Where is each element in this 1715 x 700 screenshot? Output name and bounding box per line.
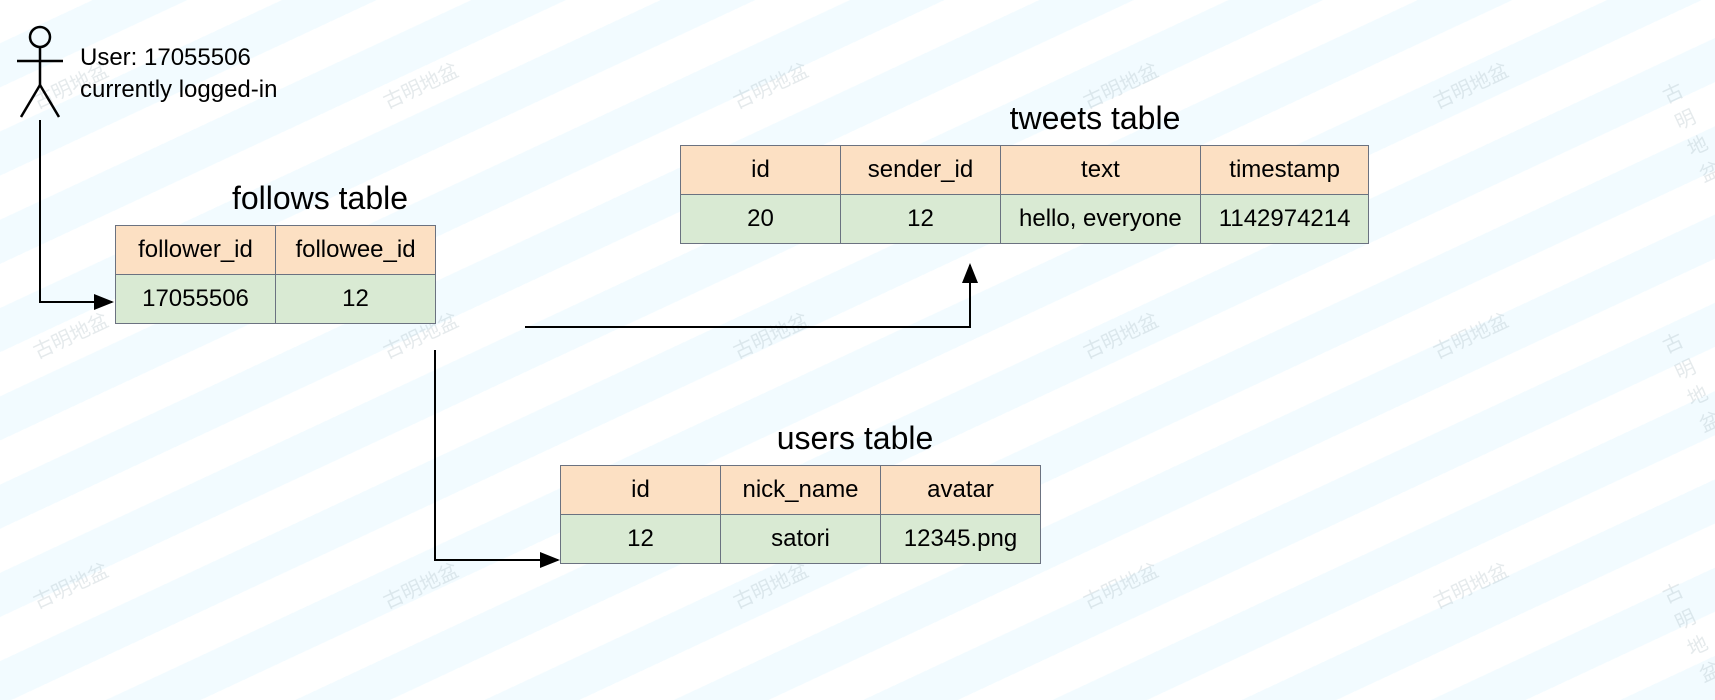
watermark: 古明地盆	[378, 54, 463, 114]
table-header-row: id nick_name avatar	[561, 466, 1041, 515]
watermark: 古明地盆	[1078, 304, 1163, 364]
users-table-block: users table id nick_name avatar 12 sator…	[560, 420, 1150, 564]
tweets-cell-sender-id: 12	[841, 195, 1001, 244]
tweets-header-timestamp: timestamp	[1200, 146, 1369, 195]
users-header-nick-name: nick_name	[721, 466, 881, 515]
watermark: 古明地盆	[1657, 68, 1715, 188]
follows-table-title: follows table	[115, 180, 525, 217]
users-cell-avatar: 12345.png	[881, 515, 1041, 564]
tweets-table: id sender_id text timestamp 20 12 hello,…	[680, 145, 1369, 244]
tweets-header-sender-id: sender_id	[841, 146, 1001, 195]
table-header-row: id sender_id text timestamp	[681, 146, 1369, 195]
table-row: 20 12 hello, everyone 1142974214	[681, 195, 1369, 244]
watermark: 古明地盆	[728, 304, 813, 364]
tweets-header-text: text	[1001, 146, 1201, 195]
watermark: 古明地盆	[1428, 304, 1513, 364]
watermark: 古明地盆	[1657, 568, 1715, 688]
actor-label-line1: User: 17055506	[80, 42, 277, 74]
tweets-cell-id: 20	[681, 195, 841, 244]
table-row: 17055506 12	[116, 275, 436, 324]
watermark: 古明地盆	[1428, 554, 1513, 614]
user-actor-icon	[15, 25, 65, 120]
table-row: 12 satori 12345.png	[561, 515, 1041, 564]
watermark: 古明地盆	[378, 554, 463, 614]
users-header-id: id	[561, 466, 721, 515]
watermark: 古明地盆	[1657, 318, 1715, 438]
users-header-avatar: avatar	[881, 466, 1041, 515]
follows-header-follower-id: follower_id	[116, 226, 276, 275]
follows-header-followee-id: followee_id	[276, 226, 436, 275]
users-table: id nick_name avatar 12 satori 12345.png	[560, 465, 1041, 564]
users-cell-id: 12	[561, 515, 721, 564]
users-cell-nick-name: satori	[721, 515, 881, 564]
follows-table: follower_id followee_id 17055506 12	[115, 225, 436, 324]
follows-table-block: follows table follower_id followee_id 17…	[115, 180, 525, 324]
tweets-table-block: tweets table id sender_id text timestamp…	[680, 100, 1510, 244]
follows-cell-followee-id: 12	[276, 275, 436, 324]
users-table-title: users table	[560, 420, 1150, 457]
tweets-header-id: id	[681, 146, 841, 195]
tweets-cell-timestamp: 1142974214	[1200, 195, 1369, 244]
follows-cell-follower-id: 17055506	[116, 275, 276, 324]
tweets-cell-text: hello, everyone	[1001, 195, 1201, 244]
tweets-table-title: tweets table	[680, 100, 1510, 137]
table-header-row: follower_id followee_id	[116, 226, 436, 275]
watermark: 古明地盆	[28, 554, 113, 614]
watermark: 古明地盆	[28, 304, 113, 364]
actor-label: User: 17055506 currently logged-in	[80, 42, 277, 107]
actor-label-line2: currently logged-in	[80, 74, 277, 106]
